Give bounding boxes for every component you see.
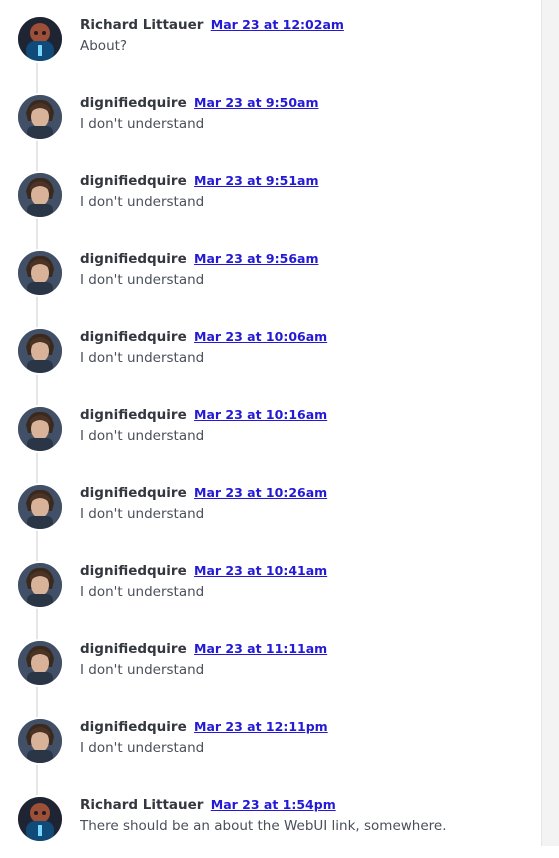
comment-item: Richard Littauer Mar 23 at 1:54pm There … bbox=[0, 780, 541, 858]
comment-meta: dignifiedquire Mar 23 at 10:06am bbox=[80, 328, 327, 346]
comment-body: There should be an about the WebUI link,… bbox=[80, 818, 447, 834]
user-avatar-icon bbox=[18, 95, 62, 139]
avatar[interactable] bbox=[18, 407, 62, 451]
comment-meta: dignifiedquire Mar 23 at 9:51am bbox=[80, 172, 318, 190]
comment-item: dignifiedquire Mar 23 at 10:16am I don't… bbox=[0, 390, 541, 468]
user-avatar-icon bbox=[18, 797, 62, 841]
user-avatar-icon bbox=[18, 563, 62, 607]
comment-meta: dignifiedquire Mar 23 at 10:16am bbox=[80, 406, 327, 424]
comment-author[interactable]: dignifiedquire bbox=[80, 329, 187, 345]
comment-item: dignifiedquire Mar 23 at 9:51am I don't … bbox=[0, 156, 541, 234]
comment-date-link[interactable]: Mar 23 at 9:50am bbox=[194, 95, 318, 110]
comment-body: I don't understand bbox=[80, 740, 205, 756]
user-avatar-icon bbox=[18, 173, 62, 217]
avatar[interactable] bbox=[18, 719, 62, 763]
user-avatar-icon bbox=[18, 251, 62, 295]
comment-item: dignifiedquire Mar 23 at 10:06am I don't… bbox=[0, 312, 541, 390]
comment-date-link[interactable]: Mar 23 at 1:54pm bbox=[211, 797, 336, 812]
comment-body: About? bbox=[80, 38, 128, 54]
avatar[interactable] bbox=[18, 173, 62, 217]
comment-author[interactable]: Richard Littauer bbox=[80, 797, 203, 813]
avatar[interactable] bbox=[18, 95, 62, 139]
comment-meta: dignifiedquire Mar 23 at 10:26am bbox=[80, 484, 327, 502]
comment-item: dignifiedquire Mar 23 at 9:50am I don't … bbox=[0, 78, 541, 156]
comment-author[interactable]: dignifiedquire bbox=[80, 95, 187, 111]
comment-author[interactable]: dignifiedquire bbox=[80, 251, 187, 267]
user-avatar-icon bbox=[18, 485, 62, 529]
comment-meta: dignifiedquire Mar 23 at 10:41am bbox=[80, 562, 327, 580]
comment-date-link[interactable]: Mar 23 at 10:26am bbox=[194, 485, 327, 500]
comment-timeline: Richard Littauer Mar 23 at 12:02am About… bbox=[0, 0, 541, 846]
comment-meta: dignifiedquire Mar 23 at 9:50am bbox=[80, 94, 318, 112]
comment-body: I don't understand bbox=[80, 428, 205, 444]
comment-item: dignifiedquire Mar 23 at 10:41am I don't… bbox=[0, 546, 541, 624]
user-avatar-icon bbox=[18, 719, 62, 763]
comment-author[interactable]: dignifiedquire bbox=[80, 641, 187, 657]
comment-date-link[interactable]: Mar 23 at 12:02am bbox=[211, 17, 344, 32]
comment-date-link[interactable]: Mar 23 at 10:41am bbox=[194, 563, 327, 578]
comment-meta: Richard Littauer Mar 23 at 12:02am bbox=[80, 16, 344, 34]
avatar[interactable] bbox=[18, 251, 62, 295]
user-avatar-icon bbox=[18, 329, 62, 373]
comment-body: I don't understand bbox=[80, 506, 205, 522]
avatar[interactable] bbox=[18, 563, 62, 607]
comment-date-link[interactable]: Mar 23 at 9:51am bbox=[194, 173, 318, 188]
comment-date-link[interactable]: Mar 23 at 11:11am bbox=[194, 641, 327, 656]
comment-meta: dignifiedquire Mar 23 at 9:56am bbox=[80, 250, 318, 268]
comment-body: I don't understand bbox=[80, 194, 205, 210]
avatar[interactable] bbox=[18, 17, 62, 61]
comment-meta: Richard Littauer Mar 23 at 1:54pm bbox=[80, 796, 336, 814]
comment-meta: dignifiedquire Mar 23 at 11:11am bbox=[80, 640, 327, 658]
comment-item: dignifiedquire Mar 23 at 9:56am I don't … bbox=[0, 234, 541, 312]
right-panel-edge bbox=[541, 0, 559, 846]
comment-author[interactable]: dignifiedquire bbox=[80, 173, 187, 189]
comment-author[interactable]: dignifiedquire bbox=[80, 719, 187, 735]
comment-author[interactable]: dignifiedquire bbox=[80, 407, 187, 423]
comment-body: I don't understand bbox=[80, 662, 205, 678]
comment-date-link[interactable]: Mar 23 at 12:11pm bbox=[194, 719, 328, 734]
user-avatar-icon bbox=[18, 407, 62, 451]
avatar[interactable] bbox=[18, 329, 62, 373]
avatar[interactable] bbox=[18, 641, 62, 685]
comment-body: I don't understand bbox=[80, 350, 205, 366]
comment-item: dignifiedquire Mar 23 at 10:26am I don't… bbox=[0, 468, 541, 546]
comment-author[interactable]: dignifiedquire bbox=[80, 485, 187, 501]
comment-item: Richard Littauer Mar 23 at 12:02am About… bbox=[0, 0, 541, 78]
comment-date-link[interactable]: Mar 23 at 10:06am bbox=[194, 329, 327, 344]
comment-body: I don't understand bbox=[80, 116, 205, 132]
avatar[interactable] bbox=[18, 797, 62, 841]
comment-author[interactable]: dignifiedquire bbox=[80, 563, 187, 579]
comment-date-link[interactable]: Mar 23 at 9:56am bbox=[194, 251, 318, 266]
comment-date-link[interactable]: Mar 23 at 10:16am bbox=[194, 407, 327, 422]
user-avatar-icon bbox=[18, 17, 62, 61]
avatar[interactable] bbox=[18, 485, 62, 529]
comment-item: dignifiedquire Mar 23 at 11:11am I don't… bbox=[0, 624, 541, 702]
comment-body: I don't understand bbox=[80, 272, 205, 288]
comment-body: I don't understand bbox=[80, 584, 205, 600]
comment-author[interactable]: Richard Littauer bbox=[80, 17, 203, 33]
user-avatar-icon bbox=[18, 641, 62, 685]
comment-item: dignifiedquire Mar 23 at 12:11pm I don't… bbox=[0, 702, 541, 780]
comment-meta: dignifiedquire Mar 23 at 12:11pm bbox=[80, 718, 328, 736]
